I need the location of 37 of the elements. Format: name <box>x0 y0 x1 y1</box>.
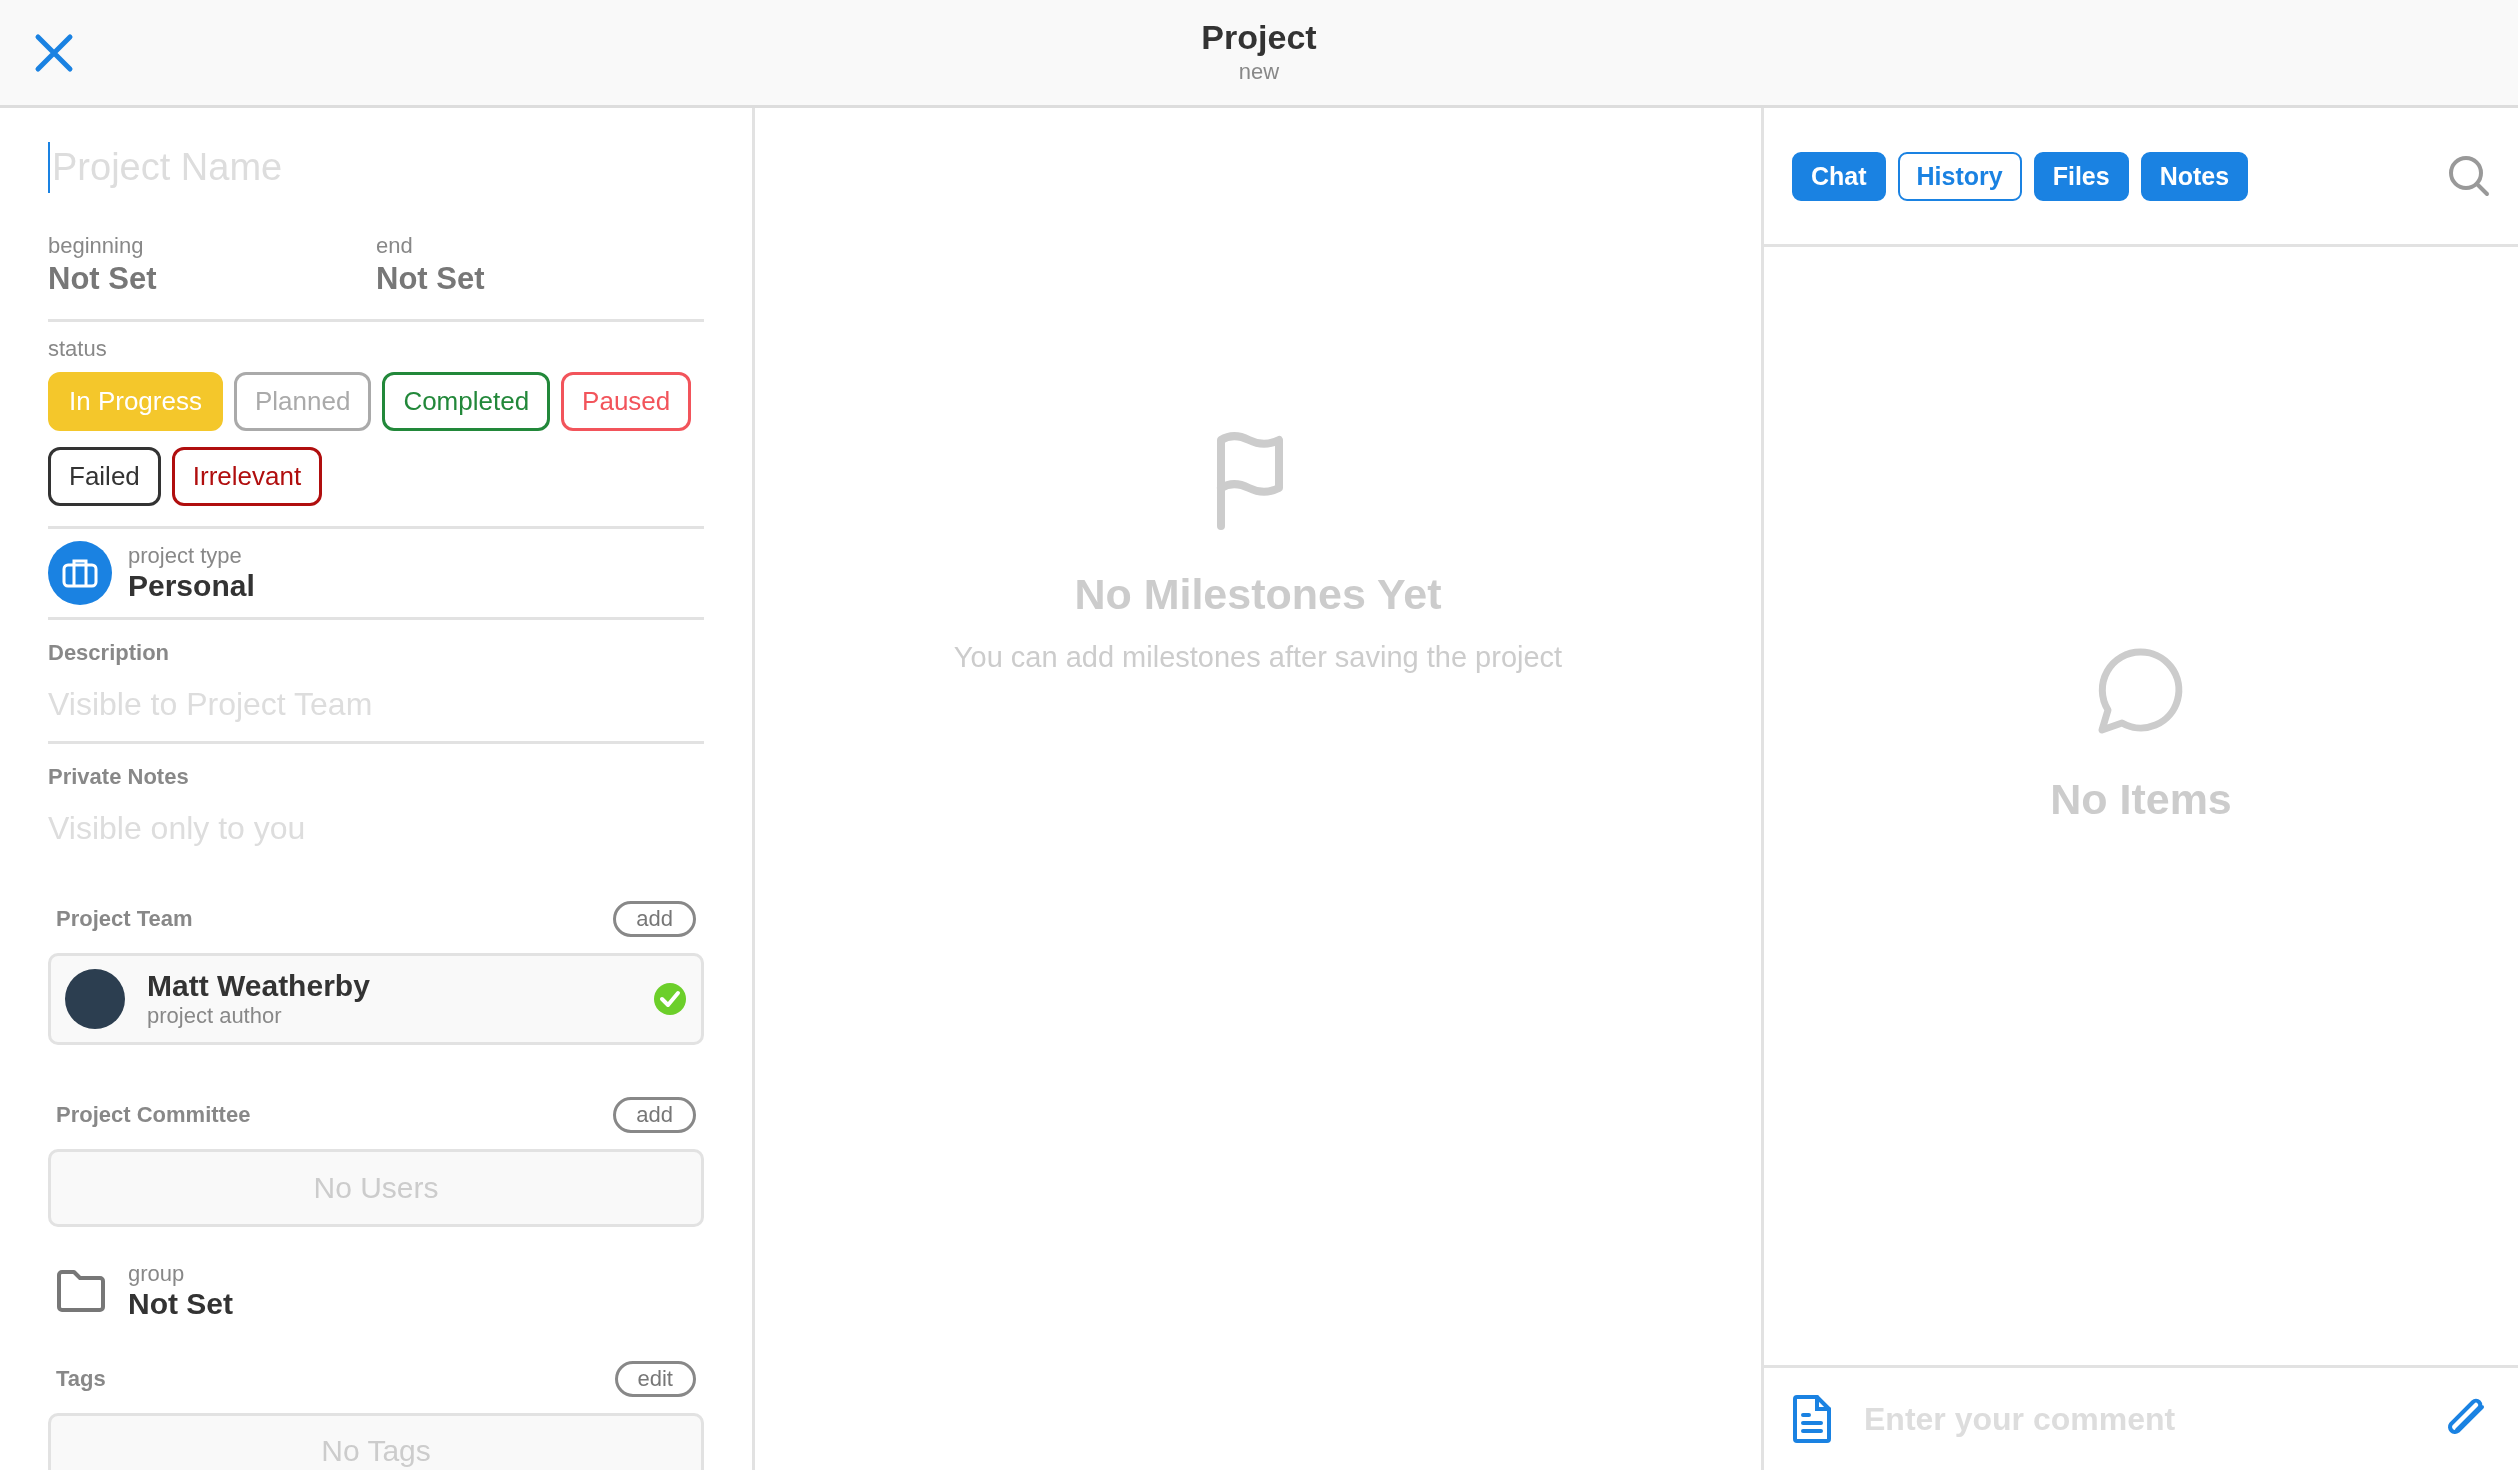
status-chip[interactable]: Irrelevant <box>171 447 323 506</box>
member-name: Matt Weatherby <box>147 969 370 1003</box>
add-button[interactable]: add <box>613 1097 696 1133</box>
date-value[interactable]: Not Set <box>376 261 704 297</box>
date-value[interactable]: Not Set <box>48 261 376 297</box>
status-chip[interactable]: Paused <box>561 372 692 431</box>
date-label: beginning <box>48 233 145 259</box>
add-button[interactable]: add <box>613 901 696 937</box>
group-value[interactable]: Not Set <box>128 1287 233 1321</box>
date-label: end <box>376 233 414 259</box>
tab[interactable]: Notes <box>2140 151 2249 201</box>
member-role: project author <box>147 1003 283 1029</box>
status-label: status <box>48 336 107 361</box>
close-icon[interactable] <box>34 32 74 73</box>
team-label: Project Team <box>56 906 193 932</box>
description-label: Description <box>48 640 170 665</box>
tags-label: Tags <box>56 1366 106 1392</box>
group-label: group <box>128 1261 186 1287</box>
tab[interactable]: History <box>1897 151 2022 201</box>
committee-label: Project Committee <box>56 1102 251 1128</box>
status-chip[interactable]: Completed <box>382 372 551 431</box>
type-label: project type <box>128 543 243 569</box>
type-value[interactable]: Personal <box>128 569 255 603</box>
member-card[interactable]: Matt Weatherby project author <box>48 953 704 1045</box>
window-subtitle: new <box>1238 59 1280 85</box>
tab[interactable]: Files <box>2033 151 2129 201</box>
avatar <box>65 969 125 1029</box>
edit-button[interactable]: edit <box>614 1361 696 1397</box>
speech-bubble-icon <box>2097 647 2185 735</box>
status-chip[interactable]: Planned <box>233 372 372 431</box>
notes-label: Private Notes <box>48 764 189 789</box>
folder-icon[interactable] <box>56 1269 106 1313</box>
status-chip[interactable]: Failed <box>48 447 161 506</box>
window-title: Project <box>1201 18 1317 57</box>
document-icon[interactable] <box>1792 1394 1832 1444</box>
tab[interactable]: Chat <box>1792 151 1886 201</box>
search-icon[interactable] <box>2448 155 2490 197</box>
